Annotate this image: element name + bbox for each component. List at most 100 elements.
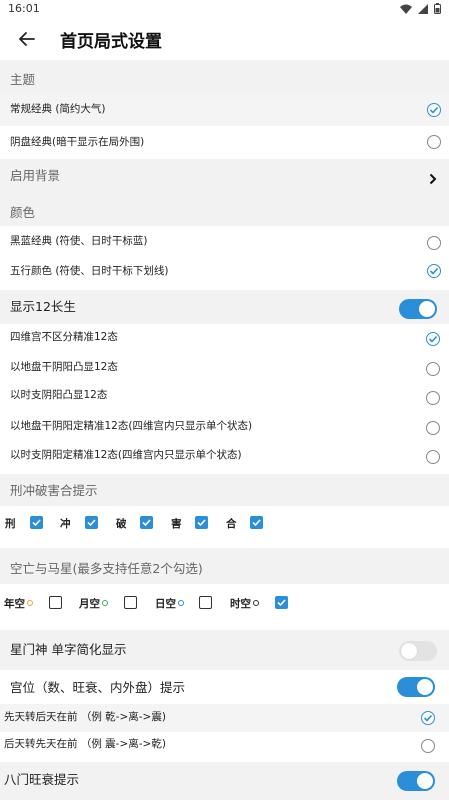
radio-twelve-5[interactable] [426, 450, 440, 464]
xingmen-label: 星门神 单字简化显示 [10, 642, 127, 657]
check-icon [423, 714, 433, 722]
twelve-option-2[interactable]: 以地盘干阴阳凸显12态 [0, 354, 449, 384]
background-label: 启用背景 [10, 168, 61, 183]
twelve-toggle-row[interactable]: 显示12长生 [0, 290, 449, 324]
option-label: 五行颜色 (符使、日时干标下划线) [10, 265, 169, 277]
radio-twelve-3[interactable] [426, 391, 440, 405]
section-title: 主题 [10, 72, 36, 87]
checkbox-label-xing: 刑 [5, 518, 16, 530]
section-theme: 主题 [0, 60, 449, 93]
option-label: 先天转后天在前 （例 乾->离->震) [4, 711, 166, 723]
checkbox-rikong[interactable] [199, 596, 212, 609]
bamen-label: 八门旺衰提示 [4, 772, 80, 787]
bamen-switch[interactable] [397, 771, 435, 791]
status-bar: 16:01 [0, 0, 449, 20]
radio-twelve-2[interactable] [426, 362, 440, 376]
radio-gongwei-2[interactable] [421, 739, 435, 753]
gongwei-switch[interactable] [397, 677, 435, 697]
back-button[interactable] [14, 26, 40, 52]
kongwang-checkbox-row: 年空 月空 日空 时空 [0, 584, 449, 630]
theme-option-classic[interactable]: 常规经典 (简约大气) [0, 93, 449, 126]
twelve-switch[interactable] [399, 299, 437, 319]
option-label: 以时支阴阳定精准12态(四维宫内只显示单个状态) [10, 449, 242, 461]
option-label: 黑蓝经典 (符使、日时干标蓝) [10, 235, 148, 247]
option-label: 以地盘干阴阳定精准12态(四维宫内只显示单个状态) [10, 420, 253, 432]
radio-twelve-1[interactable] [426, 332, 440, 346]
color-option-blackblue[interactable]: 黑蓝经典 (符使、日时干标蓝) [0, 226, 449, 258]
theme-option-yinpan[interactable]: 阴盘经典(暗干显示在局外围) [0, 126, 449, 159]
radio-color-blackblue[interactable] [427, 236, 441, 250]
dot-icon [178, 600, 184, 606]
checkbox-yuekong[interactable] [124, 596, 137, 609]
checkbox-shikong[interactable] [275, 596, 288, 609]
option-label: 常规经典 (简约大气) [10, 103, 106, 115]
radio-theme-classic[interactable] [427, 103, 441, 117]
dot-icon [27, 600, 33, 606]
gongwei-option-2[interactable]: 后天转先天在前 （例 震->离->乾) [0, 732, 449, 762]
check-icon [429, 267, 439, 275]
xingchong-checkbox-row: 刑 冲 破 害 合 [0, 506, 449, 548]
checkbox-xing[interactable] [30, 516, 43, 529]
option-label: 四维宫不区分精准12态 [10, 331, 118, 343]
wifi-icon [400, 4, 412, 14]
section-title: 颜色 [10, 205, 36, 220]
checkbox-he[interactable] [250, 516, 263, 529]
checkbox-label-niankong: 年空 [4, 596, 33, 611]
section-color: 颜色 [0, 194, 449, 226]
twelve-option-5[interactable]: 以时支阴阳定精准12态(四维宫内只显示单个状态) [0, 444, 449, 474]
check-icon [142, 519, 151, 527]
switch-knob [419, 301, 435, 317]
switch-knob [417, 773, 433, 789]
radio-gongwei-1[interactable] [421, 711, 435, 725]
checkbox-hai[interactable] [195, 516, 208, 529]
check-icon [428, 335, 438, 343]
chevron-right-icon [429, 173, 437, 185]
bamen-toggle-row[interactable]: 八门旺衰提示 [0, 762, 449, 800]
status-icons [400, 3, 441, 14]
checkbox-chong[interactable] [85, 516, 98, 529]
checkbox-label-hai: 害 [171, 518, 182, 530]
check-icon [429, 106, 439, 114]
checkbox-label-po: 破 [116, 518, 127, 530]
section-title: 刑冲破害合提示 [10, 483, 98, 498]
switch-knob [401, 643, 417, 659]
twelve-label: 显示12长生 [10, 299, 76, 314]
checkbox-niankong[interactable] [49, 596, 62, 609]
radio-color-wuxing[interactable] [427, 264, 441, 278]
twelve-option-4[interactable]: 以地盘干阴阳定精准12态(四维宫内只显示单个状态) [0, 414, 449, 444]
checkbox-label-rikong: 日空 [155, 596, 184, 611]
xingmen-toggle-row[interactable]: 星门神 单字简化显示 [0, 630, 449, 670]
option-label: 后天转先天在前 （例 震->离->乾) [4, 738, 166, 750]
battery-icon [434, 3, 441, 14]
check-icon [197, 519, 206, 527]
background-row[interactable]: 启用背景 [0, 159, 449, 194]
gongwei-toggle-row[interactable]: 宫位（数、旺衰、内外盘）提示 [0, 670, 449, 704]
gongwei-option-1[interactable]: 先天转后天在前 （例 乾->离->震) [0, 704, 449, 732]
check-icon [87, 519, 96, 527]
radio-theme-yinpan[interactable] [427, 135, 441, 149]
page-title: 首页局式设置 [60, 32, 162, 52]
status-time: 16:01 [8, 2, 40, 15]
twelve-option-1[interactable]: 四维宫不区分精准12态 [0, 324, 449, 354]
option-label: 阴盘经典(暗干显示在局外围) [10, 136, 145, 148]
signal-icon [418, 3, 428, 14]
switch-knob [417, 679, 433, 695]
section-kongwang: 空亡与马星(最多支持任意2个勾选) [0, 548, 449, 584]
section-xingchong: 刑冲破害合提示 [0, 474, 449, 506]
check-icon [32, 519, 41, 527]
color-option-wuxing[interactable]: 五行颜色 (符使、日时干标下划线) [0, 258, 449, 290]
check-icon [277, 599, 286, 607]
dot-icon [102, 600, 108, 606]
option-label: 以时支阴阳凸显12态 [10, 389, 108, 401]
radio-twelve-4[interactable] [426, 421, 440, 435]
option-label: 以地盘干阴阳凸显12态 [10, 361, 118, 373]
dot-icon [253, 600, 259, 606]
checkbox-po[interactable] [140, 516, 153, 529]
checkbox-label-chong: 冲 [60, 518, 71, 530]
xingmen-switch[interactable] [399, 641, 437, 661]
section-title: 空亡与马星(最多支持任意2个勾选) [10, 561, 203, 576]
gongwei-label: 宫位（数、旺衰、内外盘）提示 [10, 680, 186, 695]
arrow-left-icon [19, 32, 35, 46]
checkbox-label-he: 合 [226, 518, 237, 530]
twelve-option-3[interactable]: 以时支阴阳凸显12态 [0, 384, 449, 414]
